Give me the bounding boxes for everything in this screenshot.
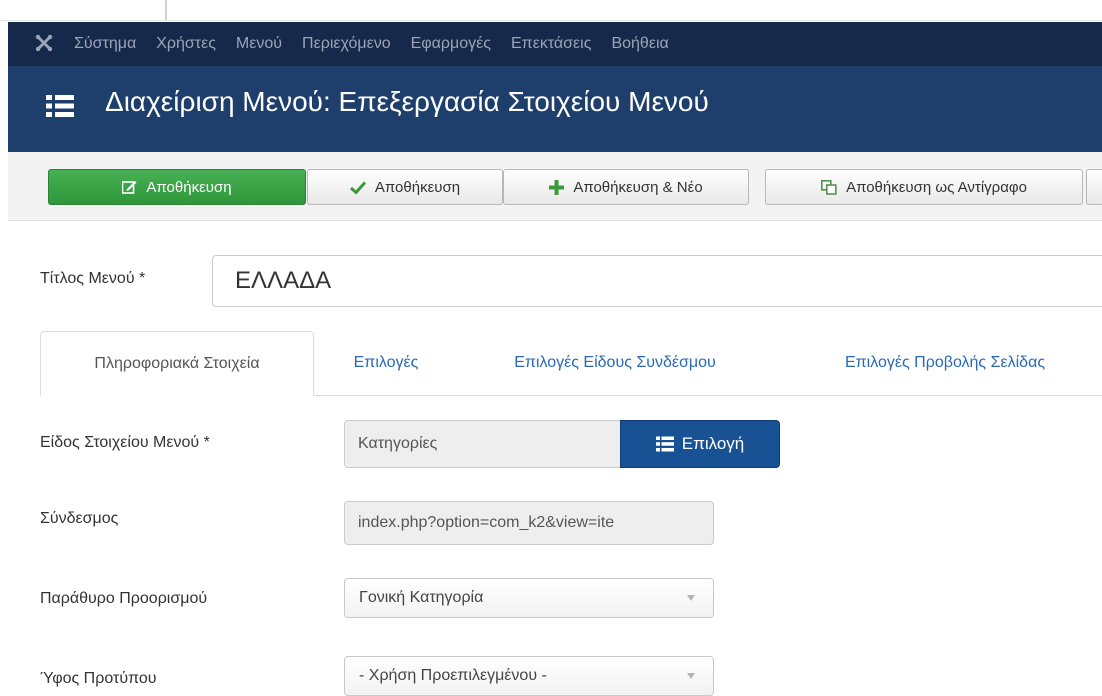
target-window-select[interactable]: Γονική Κατηγορία bbox=[344, 578, 714, 618]
template-style-label: Ύφος Προτύπου bbox=[40, 670, 157, 687]
save-button[interactable]: Αποθήκευση bbox=[48, 169, 306, 205]
save-close-button-label: Αποθήκευση bbox=[374, 178, 461, 196]
chevron-down-icon bbox=[687, 595, 695, 601]
save-button-label: Αποθήκευση bbox=[146, 178, 232, 196]
admin-navbar: Σύστημα Χρήστες Μενού Περιεχόμενο Εφαρμο… bbox=[8, 22, 1102, 66]
page-title: Διαχείριση Μενού: Επεξεργασία Στοιχείου … bbox=[105, 86, 709, 117]
item-type-label: Είδος Στοιχείου Μενού * bbox=[40, 434, 210, 451]
copy-icon bbox=[821, 179, 837, 195]
title-label: Τίτλος Μενού * bbox=[40, 270, 146, 287]
save-close-button[interactable]: Αποθήκευση bbox=[307, 169, 503, 205]
nav-item-system[interactable]: Σύστημα bbox=[74, 35, 136, 53]
joomla-icon[interactable] bbox=[34, 33, 54, 53]
edit-icon bbox=[122, 180, 137, 194]
list-icon bbox=[655, 436, 674, 452]
nav-item-help[interactable]: Βοήθεια bbox=[611, 35, 668, 53]
nav-item-users[interactable]: Χρήστες bbox=[156, 35, 216, 53]
template-style-select[interactable]: - Χρήση Προεπιλεγμένου - bbox=[344, 656, 714, 696]
nav-item-extensions[interactable]: Επεκτάσεις bbox=[511, 35, 591, 53]
toolbar: Αποθήκευση Αποθήκευση Αποθήκευση & Νέο Α… bbox=[8, 152, 1102, 221]
nav-item-components[interactable]: Εφαρμογές bbox=[411, 35, 491, 53]
browser-tab-edge bbox=[0, 0, 167, 20]
plus-icon bbox=[549, 179, 565, 195]
check-icon bbox=[349, 180, 366, 194]
page-header: Διαχείριση Μενού: Επεξεργασία Στοιχείου … bbox=[8, 66, 1102, 152]
browser-top-strip bbox=[0, 0, 1102, 21]
save-new-button[interactable]: Αποθήκευση & Νέο bbox=[503, 169, 749, 205]
tab-link-type-options[interactable]: Επιλογές Είδους Συνδέσμου bbox=[460, 331, 770, 395]
nav-item-content[interactable]: Περιεχόμενο bbox=[302, 35, 391, 53]
list-icon bbox=[46, 94, 74, 118]
item-type-field: Κατηγορίες bbox=[344, 420, 621, 468]
select-button-label: Επιλογή bbox=[681, 434, 745, 453]
link-label: Σύνδεσμος bbox=[40, 510, 119, 527]
target-window-label: Παράθυρο Προορισμού bbox=[40, 590, 208, 607]
tab-options[interactable]: Επιλογές bbox=[330, 331, 442, 395]
menu-title-input[interactable]: ΕΛΛΑΔΑ bbox=[212, 255, 1102, 307]
close-button-partial[interactable] bbox=[1086, 169, 1102, 205]
save-new-button-label: Αποθήκευση & Νέο bbox=[573, 178, 703, 196]
target-window-value: Γονική Κατηγορία bbox=[359, 589, 484, 606]
save-copy-button-label: Αποθήκευση ως Αντίγραφο bbox=[846, 178, 1027, 196]
tab-details[interactable]: Πληροφοριακά Στοιχεία bbox=[40, 331, 314, 396]
save-copy-button[interactable]: Αποθήκευση ως Αντίγραφο bbox=[765, 169, 1083, 205]
link-field: index.php?option=com_k2&view=ite bbox=[344, 501, 714, 545]
nav-menu: Σύστημα Χρήστες Μενού Περιεχόμενο Εφαρμο… bbox=[74, 22, 689, 66]
select-item-type-button[interactable]: Επιλογή bbox=[620, 420, 780, 468]
tab-page-display-options[interactable]: Επιλογές Προβολής Σελίδας bbox=[788, 331, 1102, 395]
chevron-down-icon bbox=[687, 673, 695, 679]
tab-bar: Πληροφοριακά Στοιχεία Επιλογές Επιλογές … bbox=[40, 331, 1102, 396]
nav-item-menus[interactable]: Μενού bbox=[236, 35, 282, 53]
template-style-value: - Χρήση Προεπιλεγμένου - bbox=[359, 667, 547, 684]
